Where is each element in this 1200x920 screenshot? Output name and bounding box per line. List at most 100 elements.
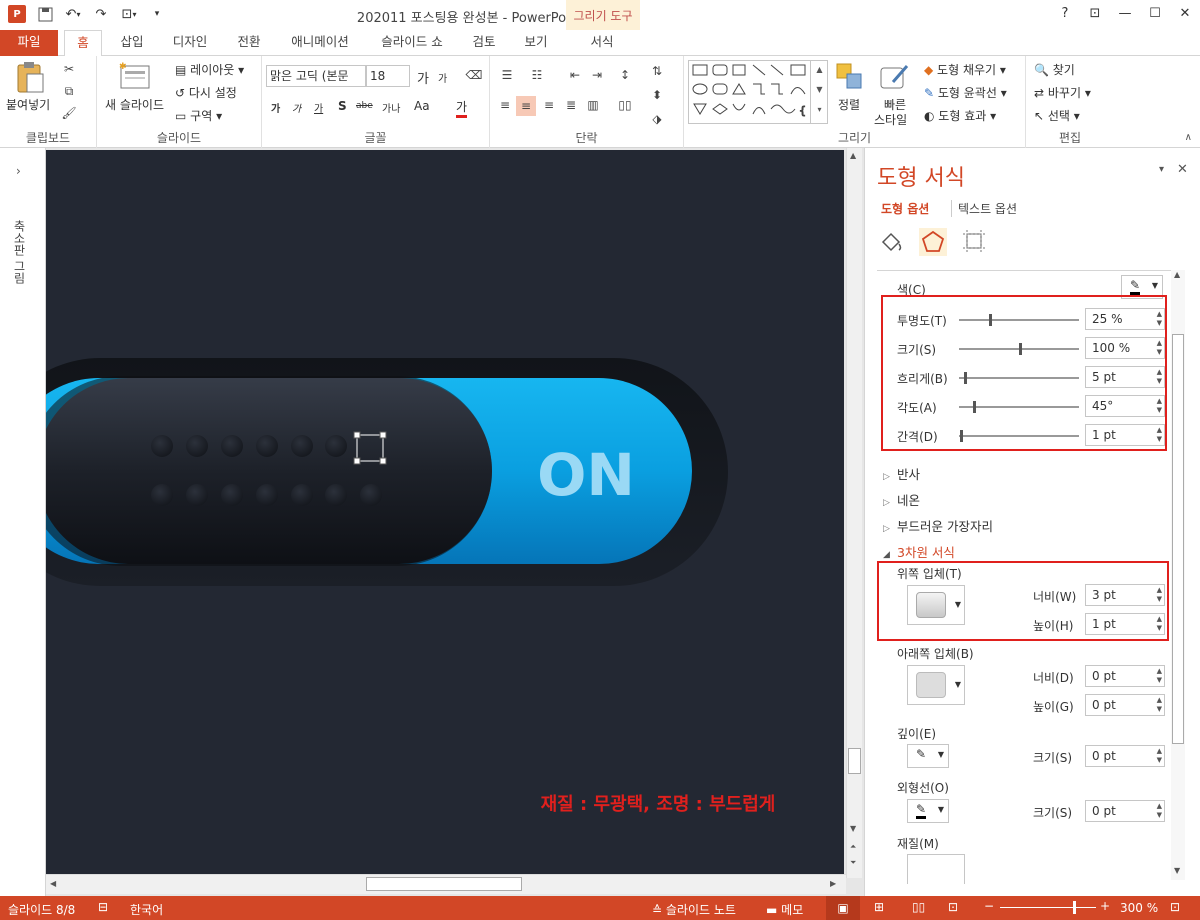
shape-outline-button[interactable]: ✎ 도형 윤곽선 ▾ xyxy=(924,84,1007,101)
slider-thumb[interactable] xyxy=(989,314,992,326)
fill-line-icon[interactable] xyxy=(879,228,905,254)
section-glow[interactable]: ▷ 네온 xyxy=(883,490,920,509)
next-slide-icon[interactable]: ⏷ xyxy=(850,858,856,868)
shadow-row-slider[interactable] xyxy=(959,401,1079,413)
quick-styles-label-2[interactable]: 스타일 xyxy=(874,111,907,128)
spin-icon[interactable]: ▲ ▼ xyxy=(1157,667,1162,685)
font-name-select[interactable]: 맑은 고딕 (본문 xyxy=(266,65,366,87)
columns-icon[interactable]: ▯▯ xyxy=(614,96,636,114)
spin-icon[interactable]: ▲ ▼ xyxy=(1157,586,1162,604)
increase-indent-icon[interactable]: ⇥ xyxy=(588,66,606,84)
tab-animations[interactable]: 애니메이션 xyxy=(283,30,357,56)
format-painter-icon[interactable]: 🖌 xyxy=(60,104,78,122)
zoom-out-icon[interactable]: − xyxy=(984,899,994,913)
tab-insert[interactable]: 삽입 xyxy=(112,30,152,56)
strikethrough-button[interactable]: abe xyxy=(356,101,373,111)
slide-canvas[interactable]: ON 재질 : 무광택, 조명 : 부드럽게 xyxy=(46,150,844,874)
shape-fill-button[interactable]: ◆ 도형 채우기 ▾ xyxy=(924,61,1006,78)
spin-icon[interactable]: ▲ ▼ xyxy=(1157,426,1162,444)
zoom-in-icon[interactable]: + xyxy=(1100,899,1110,913)
fit-slide-icon[interactable]: ⊡ xyxy=(1170,900,1180,914)
tab-format[interactable]: 서식 xyxy=(580,30,624,56)
zoom-slider-thumb[interactable] xyxy=(1073,901,1076,914)
shadow-row-slider[interactable] xyxy=(959,314,1079,326)
shadow-row-input[interactable]: 100 % ▲ ▼ xyxy=(1085,337,1165,359)
shadow-row-input[interactable]: 45° ▲ ▼ xyxy=(1085,395,1165,417)
shrink-font-button[interactable]: 가 xyxy=(438,70,447,85)
new-slide-button[interactable]: 새 슬라이드 xyxy=(105,96,164,113)
collapse-ribbon-icon[interactable]: ∧ xyxy=(1185,132,1192,143)
thumbnail-pane-collapsed[interactable]: › 축소판 그림 xyxy=(0,148,46,896)
text-direction-icon[interactable]: ⇅ xyxy=(646,62,668,80)
previous-slide-icon[interactable]: ⏶ xyxy=(850,842,856,852)
contour-size-input[interactable]: 0 pt ▲ ▼ xyxy=(1085,800,1165,822)
replace-button[interactable]: ⇄ 바꾸기 ▾ xyxy=(1034,84,1091,101)
layout-button[interactable]: ▤ 레이아웃 ▾ xyxy=(175,61,244,78)
slide-horizontal-scrollbar[interactable]: ◀ ▶ xyxy=(46,874,846,894)
line-spacing-icon[interactable]: ↕ xyxy=(614,66,636,84)
select-button[interactable]: ↖ 선택 ▾ xyxy=(1034,107,1080,124)
language-indicator[interactable]: 한국어 xyxy=(130,901,163,918)
top-bevel-gallery[interactable]: ▼ xyxy=(907,585,965,625)
slide-sorter-icon[interactable]: ⊞ xyxy=(874,900,884,914)
hscroll-thumb[interactable] xyxy=(366,877,522,891)
reset-button[interactable]: ↺ 다시 설정 xyxy=(175,84,237,101)
distributed-icon[interactable]: ▥ xyxy=(584,96,602,114)
tab-home[interactable]: 홈 xyxy=(64,30,102,57)
section-reflection[interactable]: ▷ 반사 xyxy=(883,464,920,483)
bottom-bevel-height-input[interactable]: 0 pt ▲ ▼ xyxy=(1085,694,1165,716)
effects-icon[interactable] xyxy=(919,228,947,256)
shapes-scroll[interactable]: ▲ ▼ ▾ xyxy=(810,60,828,124)
underline-button[interactable]: 가 xyxy=(314,100,323,115)
scroll-down-icon[interactable]: ▼ xyxy=(850,824,856,833)
slider-thumb[interactable] xyxy=(973,401,976,413)
tab-text-options[interactable]: 텍스트 옵션 xyxy=(951,200,1017,217)
copy-icon[interactable]: ⧉ xyxy=(60,82,78,100)
top-bevel-width-input[interactable]: 3 pt ▲ ▼ xyxy=(1085,584,1165,606)
decrease-indent-icon[interactable]: ⇤ xyxy=(566,66,584,84)
tab-view[interactable]: 보기 xyxy=(518,30,554,56)
shadow-row-slider[interactable] xyxy=(959,430,1079,442)
shadow-row-slider[interactable] xyxy=(959,343,1079,355)
justify-icon[interactable]: ≣ xyxy=(562,96,580,114)
arrange-icon[interactable] xyxy=(834,60,866,94)
scroll-up-icon[interactable]: ▲ xyxy=(850,151,856,160)
clear-formatting-icon[interactable]: ⌫ xyxy=(465,66,483,84)
section-3d-format[interactable]: ◢ 3차원 서식 xyxy=(883,542,955,561)
pane-scrollbar[interactable]: ▲ ▼ xyxy=(1171,270,1185,880)
slider-thumb[interactable] xyxy=(964,372,967,384)
pane-close-icon[interactable]: ✕ xyxy=(1177,162,1188,177)
slide-vertical-scrollbar[interactable]: ▲ ▼ ⏶ ⏷ xyxy=(846,148,862,878)
help-button[interactable]: ? xyxy=(1050,0,1080,26)
spin-icon[interactable]: ▲ ▼ xyxy=(1157,615,1162,633)
comments-button[interactable]: ▬ 메모 xyxy=(766,901,803,918)
tab-transitions[interactable]: 전환 xyxy=(229,30,269,56)
smartart-icon[interactable]: ⬗ xyxy=(646,110,668,128)
slider-thumb[interactable] xyxy=(1019,343,1022,355)
spin-icon[interactable]: ▲ ▼ xyxy=(1157,397,1162,415)
depth-color-button[interactable]: ✎ ▼ xyxy=(907,744,949,768)
tab-shape-options[interactable]: 도형 옵션 xyxy=(881,200,929,217)
scroll-right-icon[interactable]: ▶ xyxy=(830,879,836,888)
paste-icon[interactable] xyxy=(14,60,46,94)
zoom-slider[interactable] xyxy=(1000,907,1096,908)
section-soft-edges[interactable]: ▷ 부드러운 가장자리 xyxy=(883,516,993,535)
shadow-row-input[interactable]: 5 pt ▲ ▼ xyxy=(1085,366,1165,388)
italic-button[interactable]: 가 xyxy=(292,100,301,115)
pane-scroll-down-icon[interactable]: ▼ xyxy=(1174,866,1180,875)
tab-design[interactable]: 디자인 xyxy=(165,30,215,56)
tab-review[interactable]: 검토 xyxy=(466,30,502,56)
spin-icon[interactable]: ▲ ▼ xyxy=(1157,310,1162,328)
shadow-button[interactable]: S xyxy=(338,99,347,113)
align-text-icon[interactable]: ⬍ xyxy=(646,86,668,104)
spin-icon[interactable]: ▲ ▼ xyxy=(1157,368,1162,386)
minimize-button[interactable]: — xyxy=(1110,0,1140,26)
slideshow-view-icon[interactable]: ⊡ xyxy=(948,900,958,914)
shadow-row-slider[interactable] xyxy=(959,372,1079,384)
arrange-button[interactable]: 정렬 xyxy=(838,96,860,113)
depth-size-input[interactable]: 0 pt ▲ ▼ xyxy=(1085,745,1165,767)
paste-button[interactable]: 붙여넣기 xyxy=(6,96,50,113)
align-left-icon[interactable]: ≡ xyxy=(496,96,514,114)
pane-options-icon[interactable]: ▾ xyxy=(1159,164,1164,175)
scroll-left-icon[interactable]: ◀ xyxy=(50,879,56,888)
